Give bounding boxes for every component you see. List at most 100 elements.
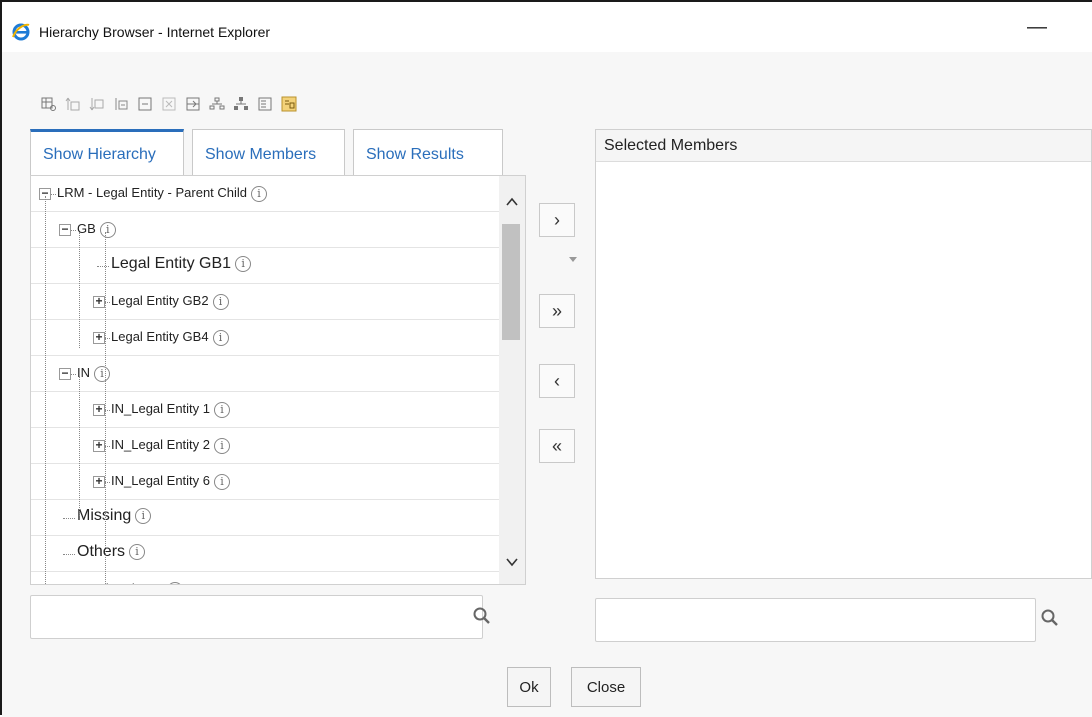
tree-connector bbox=[71, 374, 76, 375]
caret-down-icon bbox=[569, 257, 577, 262]
info-icon[interactable]: i bbox=[99, 221, 116, 238]
indent-icon[interactable] bbox=[111, 94, 131, 114]
collapse-node-icon[interactable]: − bbox=[59, 367, 71, 380]
tree-guide-line bbox=[45, 196, 46, 584]
tree-node-label[interactable]: IN_Legal Entity 1i bbox=[111, 401, 231, 418]
expand-node-icon[interactable]: + bbox=[93, 331, 105, 344]
tab-show-members[interactable]: Show Members bbox=[192, 129, 345, 175]
expand-node-icon[interactable]: + bbox=[93, 403, 105, 416]
tree-guide-line bbox=[79, 376, 80, 516]
tree-row[interactable]: + IN_Legal Entity 6i bbox=[31, 464, 500, 500]
tree-row[interactable]: Missing i bbox=[31, 500, 500, 536]
close-button[interactable]: Close bbox=[571, 667, 641, 707]
tree-node-label[interactable]: Legal Entity GB1 i bbox=[111, 255, 252, 273]
tree-node-text: IN_Legal Entity 2 bbox=[111, 437, 211, 452]
tree-node-label[interactable]: IN_Legal Entity 2i bbox=[111, 437, 231, 454]
tree-node-label[interactable]: Others i bbox=[77, 543, 146, 561]
tree-connector bbox=[97, 266, 109, 267]
info-icon[interactable]: i bbox=[214, 437, 231, 454]
info-icon[interactable]: i bbox=[135, 507, 152, 524]
remove-all-button[interactable]: « bbox=[539, 429, 575, 463]
tree-node-text: Legal Entity GB2 bbox=[111, 293, 209, 308]
selected-members-header: Selected Members bbox=[596, 130, 1091, 162]
tree-node-label[interactable]: Legal Entity GB4 i bbox=[111, 329, 229, 346]
minimize-button[interactable]: — bbox=[1022, 16, 1052, 40]
tree-row[interactable]: − IN i bbox=[31, 356, 500, 392]
scroll-down-icon[interactable] bbox=[504, 554, 520, 570]
collapse-node-icon[interactable]: − bbox=[61, 583, 68, 584]
internet-explorer-icon bbox=[12, 23, 30, 41]
move-up-icon[interactable] bbox=[63, 94, 83, 114]
info-icon[interactable]: i bbox=[129, 543, 146, 560]
tree-node-label[interactable]: IN_Legal Entity 6i bbox=[111, 473, 231, 490]
tree-node-label[interactable]: LRM - Legal Entity - Parent Child i bbox=[57, 185, 268, 202]
remove-selected-button[interactable]: ‹ bbox=[539, 364, 575, 398]
tree-node-text: Legal Entity 22 bbox=[77, 581, 163, 584]
list-icon[interactable] bbox=[255, 94, 275, 114]
selected-search-input[interactable] bbox=[595, 598, 1036, 642]
info-icon[interactable]: i bbox=[212, 293, 229, 310]
tree-guide-line bbox=[105, 232, 106, 584]
scrollbar-thumb[interactable] bbox=[502, 224, 520, 340]
collapse-all-icon[interactable] bbox=[135, 94, 155, 114]
expand-node-icon[interactable]: + bbox=[93, 295, 105, 308]
info-icon[interactable]: i bbox=[214, 473, 231, 490]
tree-search-input[interactable] bbox=[30, 595, 483, 639]
tree-connector bbox=[71, 230, 76, 231]
tab-show-results[interactable]: Show Results bbox=[353, 129, 503, 175]
tree-row[interactable]: − Legal Entity 22 i bbox=[31, 572, 500, 584]
tree-node-text: IN_Legal Entity 1 bbox=[111, 401, 211, 416]
tree-view-icon[interactable] bbox=[39, 94, 59, 114]
tree-node-text: Legal Entity GB1 bbox=[111, 255, 232, 272]
tree-node-label[interactable]: Legal Entity 22 i bbox=[77, 581, 184, 584]
tree-row[interactable]: + Legal Entity GB2 i bbox=[31, 284, 500, 320]
scroll-up-icon[interactable] bbox=[504, 194, 520, 210]
tree-node-label[interactable]: Missing i bbox=[77, 507, 152, 525]
info-icon[interactable]: i bbox=[167, 581, 184, 584]
tree-node-label[interactable]: GB i bbox=[77, 221, 116, 238]
info-icon[interactable]: i bbox=[94, 365, 110, 382]
tree-toolbar bbox=[39, 94, 299, 116]
tree-node-label[interactable]: Legal Entity GB2 i bbox=[111, 293, 229, 310]
properties-icon[interactable] bbox=[279, 94, 299, 114]
tree-guide-line bbox=[79, 232, 80, 348]
tree-row[interactable]: + IN_Legal Entity 1i bbox=[31, 392, 500, 428]
selected-members-panel: Selected Members bbox=[595, 129, 1092, 579]
info-icon[interactable]: i bbox=[212, 329, 229, 346]
expand-icon[interactable] bbox=[159, 94, 179, 114]
expand-node-icon[interactable]: + bbox=[93, 439, 105, 452]
window-title: Hierarchy Browser - Internet Explorer bbox=[39, 24, 271, 40]
tree-row[interactable]: + Legal Entity GB4 i bbox=[31, 320, 500, 356]
hierarchy-tree: − LRM - Legal Entity - Parent Child i − GB i L… bbox=[30, 175, 526, 585]
tree-connector bbox=[51, 194, 56, 195]
info-icon[interactable]: i bbox=[214, 401, 231, 418]
tree-row[interactable]: Legal Entity GB1 i bbox=[31, 248, 500, 284]
ok-button[interactable]: Ok bbox=[507, 667, 551, 707]
add-all-button[interactable]: » bbox=[539, 294, 575, 328]
search-icon[interactable] bbox=[1040, 608, 1060, 628]
tree-scrollbar[interactable] bbox=[499, 176, 525, 584]
tree-node-text: Others bbox=[77, 543, 126, 560]
tree-row[interactable]: − LRM - Legal Entity - Parent Child i bbox=[31, 176, 500, 212]
info-icon[interactable]: i bbox=[235, 255, 252, 272]
tree-node-text: IN_Legal Entity 6 bbox=[111, 473, 211, 488]
hierarchy-icon[interactable] bbox=[207, 94, 227, 114]
tree-row[interactable]: + IN_Legal Entity 2i bbox=[31, 428, 500, 464]
move-down-icon[interactable] bbox=[87, 94, 107, 114]
collapse-node-icon[interactable]: − bbox=[59, 223, 71, 236]
tab-bar: Show Hierarchy Show Members Show Results bbox=[30, 129, 503, 175]
tree-row[interactable]: Others i bbox=[31, 536, 500, 572]
search-icon[interactable] bbox=[472, 606, 492, 626]
add-selected-button[interactable]: › bbox=[539, 203, 575, 237]
tree-connector bbox=[63, 518, 75, 519]
info-icon[interactable]: i bbox=[251, 185, 268, 202]
tree-connector bbox=[63, 554, 75, 555]
tree-node-text: LRM - Legal Entity - Parent Child bbox=[57, 185, 248, 200]
expand-all-icon[interactable] bbox=[183, 94, 203, 114]
tab-show-hierarchy[interactable]: Show Hierarchy bbox=[30, 129, 184, 175]
tree-row[interactable]: − GB i bbox=[31, 212, 500, 248]
expand-node-icon[interactable]: + bbox=[93, 475, 105, 488]
org-chart-icon[interactable] bbox=[231, 94, 251, 114]
title-bar: Hierarchy Browser - Internet Explorer — bbox=[2, 2, 1092, 52]
browser-window: Hierarchy Browser - Internet Explorer — … bbox=[0, 0, 1092, 717]
